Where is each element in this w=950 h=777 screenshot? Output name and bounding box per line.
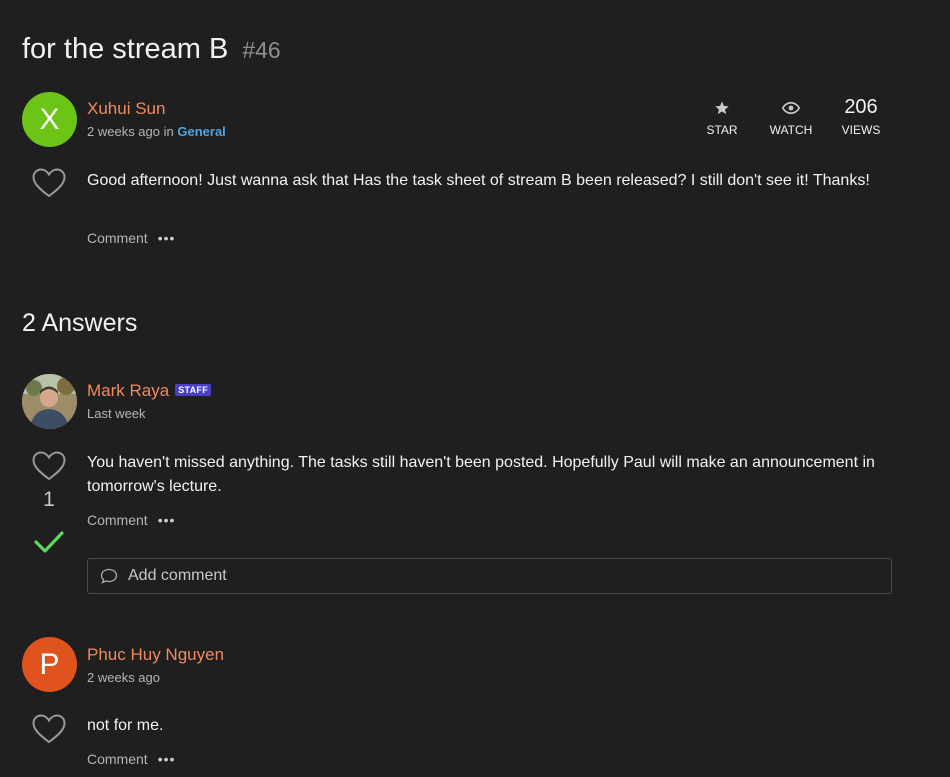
avatar[interactable] bbox=[22, 374, 77, 429]
heart-icon[interactable] bbox=[32, 451, 66, 481]
post-meta: 2 weeks ago in General bbox=[87, 124, 226, 139]
question-title: for the stream B #46 bbox=[22, 33, 281, 66]
answer-body: You haven't missed anything. The tasks s… bbox=[87, 454, 875, 495]
answer-author-name[interactable]: Phuc Huy Nguyen bbox=[87, 645, 224, 665]
post-category-link[interactable]: General bbox=[177, 124, 225, 139]
answer-time: 2 weeks ago bbox=[87, 670, 160, 685]
eye-icon bbox=[761, 97, 821, 119]
star-label: STAR bbox=[706, 123, 738, 137]
answer-body: not for me. bbox=[87, 717, 164, 734]
post-actions: Comment ••• bbox=[87, 230, 175, 246]
question-page: for the stream B #46 X Xuhui Sun 2 weeks … bbox=[0, 0, 950, 777]
question-title-text: for the stream B bbox=[22, 33, 229, 65]
comment-button[interactable]: Comment bbox=[87, 512, 148, 528]
watch-button[interactable]: WATCH bbox=[761, 97, 821, 137]
answer-author-row: Mark Raya STAFF bbox=[87, 381, 212, 401]
add-comment-input[interactable]: Add comment bbox=[87, 558, 892, 594]
views-count: 206 bbox=[844, 96, 878, 118]
star-icon bbox=[692, 97, 752, 119]
heart-icon[interactable] bbox=[32, 168, 66, 198]
answer-author-name[interactable]: Mark Raya bbox=[87, 381, 169, 400]
answers-heading: 2 Answers bbox=[22, 309, 138, 337]
avatar[interactable]: P bbox=[22, 637, 77, 692]
accepted-check-icon[interactable] bbox=[34, 530, 64, 554]
watch-label: WATCH bbox=[769, 123, 813, 137]
answer-actions: Comment ••• bbox=[87, 751, 175, 767]
comment-bubble-icon bbox=[100, 568, 118, 584]
question-number: #46 bbox=[242, 37, 281, 63]
vote-count: 1 bbox=[43, 488, 55, 511]
comment-button[interactable]: Comment bbox=[87, 751, 148, 767]
staff-badge: STAFF bbox=[175, 384, 212, 396]
views-label: VIEWS bbox=[841, 123, 881, 137]
heart-icon[interactable] bbox=[32, 714, 66, 744]
views-stat: 206 VIEWS bbox=[831, 96, 891, 137]
answer-actions: Comment ••• bbox=[87, 512, 175, 528]
avatar[interactable]: X bbox=[22, 92, 77, 147]
post-in-word: in bbox=[163, 124, 174, 139]
avatar-letter: X bbox=[39, 102, 60, 136]
post-author-name[interactable]: Xuhui Sun bbox=[87, 99, 165, 119]
avatar-photo bbox=[22, 374, 77, 429]
avatar-letter: P bbox=[39, 647, 60, 681]
more-options-button[interactable]: ••• bbox=[158, 512, 176, 528]
answer-time: Last week bbox=[87, 406, 146, 421]
star-button[interactable]: STAR bbox=[692, 97, 752, 137]
post-time: 2 weeks ago bbox=[87, 124, 160, 139]
add-comment-placeholder: Add comment bbox=[128, 567, 227, 584]
comment-button[interactable]: Comment bbox=[87, 230, 148, 246]
more-options-button[interactable]: ••• bbox=[158, 751, 176, 767]
post-body: Good afternoon! Just wanna ask that Has … bbox=[87, 172, 870, 189]
more-options-button[interactable]: ••• bbox=[158, 230, 176, 246]
